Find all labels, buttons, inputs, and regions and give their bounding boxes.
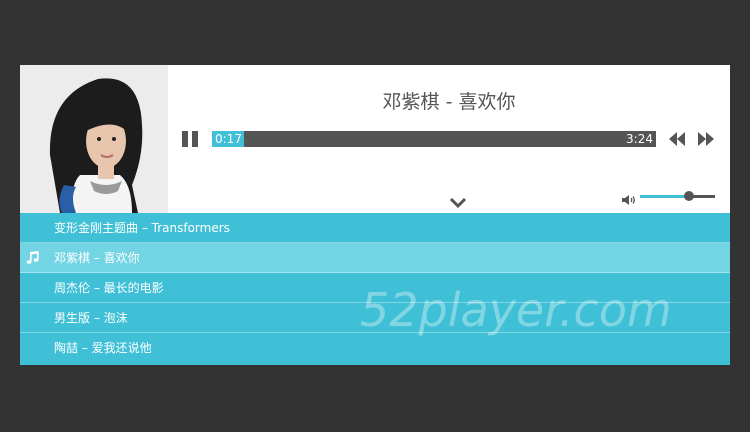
playlist-item[interactable]: 陶喆 – 爱我还说他 bbox=[20, 333, 730, 363]
chevron-down-icon bbox=[449, 197, 467, 209]
watermark: 52player.com bbox=[360, 283, 672, 337]
playlist-item-label: 周杰伦 – 最长的电影 bbox=[54, 281, 164, 295]
fast-forward-icon bbox=[698, 132, 714, 146]
rewind-icon bbox=[669, 132, 685, 146]
music-player: 邓紫棋 - 喜欢你 0:17 3:24 变形金刚主题曲 – Transforme… bbox=[20, 65, 730, 365]
current-time: 0:17 bbox=[215, 132, 242, 146]
now-playing-title: 邓紫棋 - 喜欢你 bbox=[382, 91, 516, 113]
volume-slider[interactable] bbox=[640, 191, 715, 201]
progress-bar[interactable]: 0:17 3:24 bbox=[212, 131, 656, 147]
playlist-item-label: 陶喆 – 爱我还说他 bbox=[54, 341, 152, 355]
music-note-icon bbox=[26, 251, 39, 264]
pause-icon bbox=[182, 131, 188, 147]
player-header: 邓紫棋 - 喜欢你 0:17 3:24 bbox=[20, 65, 730, 213]
expand-button[interactable] bbox=[448, 195, 468, 209]
volume-fill bbox=[640, 195, 689, 198]
playlist-item-active[interactable]: 邓紫棋 – 喜欢你 bbox=[20, 243, 730, 273]
playlist-item[interactable]: 变形金刚主题曲 – Transformers bbox=[20, 213, 730, 243]
next-button[interactable] bbox=[697, 131, 715, 147]
total-time: 3:24 bbox=[626, 132, 653, 146]
playlist-item-label: 男生版 – 泡沫 bbox=[54, 311, 128, 325]
speaker-icon bbox=[622, 195, 635, 205]
mute-button[interactable] bbox=[622, 191, 636, 205]
pause-button[interactable] bbox=[182, 131, 200, 147]
album-cover bbox=[20, 65, 168, 213]
playlist-item-label: 邓紫棋 – 喜欢你 bbox=[54, 251, 140, 265]
volume-handle[interactable] bbox=[683, 191, 694, 201]
playlist-item-label: 变形金刚主题曲 – Transformers bbox=[54, 221, 230, 235]
previous-button[interactable] bbox=[668, 131, 686, 147]
